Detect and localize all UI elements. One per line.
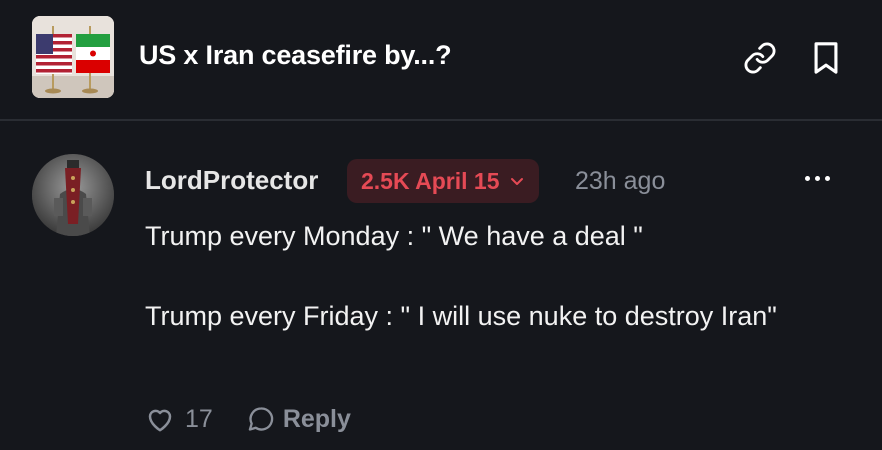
- comment-line: Trump every Monday : " We have a deal ": [145, 221, 643, 251]
- position-badge-label: 2.5K April 15: [361, 167, 500, 194]
- position-badge[interactable]: 2.5K April 15: [347, 159, 540, 203]
- reply-bubble-icon: [248, 407, 273, 431]
- avatar[interactable]: [32, 154, 114, 236]
- heart-icon: [148, 409, 172, 432]
- like-button[interactable]: 17: [145, 405, 213, 434]
- comment-body: Trump every Monday : " We have a deal " …: [145, 216, 845, 336]
- market-header: US x Iran ceasefire by...?: [0, 0, 882, 121]
- more-dot-icon: [814, 175, 820, 181]
- comment-line: Trump every Friday : " I will use nuke t…: [145, 301, 777, 331]
- us-iran-flags-icon: [32, 16, 114, 98]
- chevron-down-icon: [511, 178, 524, 185]
- market-thumbnail[interactable]: [32, 16, 114, 98]
- like-count: 17: [185, 404, 213, 433]
- comment-username[interactable]: LordProtector: [145, 165, 318, 196]
- reply-label: Reply: [282, 404, 351, 433]
- link-icon: [744, 42, 776, 74]
- comment-item: LordProtector 2.5K April 15 23h ago Trum…: [0, 121, 882, 450]
- user-avatar-image: [32, 154, 114, 236]
- market-title[interactable]: US x Iran ceasefire by...?: [139, 40, 452, 71]
- reply-button[interactable]: Reply: [247, 405, 351, 434]
- more-dot-icon: [824, 175, 830, 181]
- comment-actions: 17 Reply: [145, 399, 351, 439]
- bookmark-button[interactable]: [806, 38, 846, 78]
- copy-link-button[interactable]: [740, 38, 780, 78]
- comment-timestamp: 23h ago: [575, 167, 666, 195]
- more-dot-icon: [804, 175, 810, 181]
- more-options-button[interactable]: [797, 163, 837, 193]
- bookmark-icon: [814, 42, 838, 74]
